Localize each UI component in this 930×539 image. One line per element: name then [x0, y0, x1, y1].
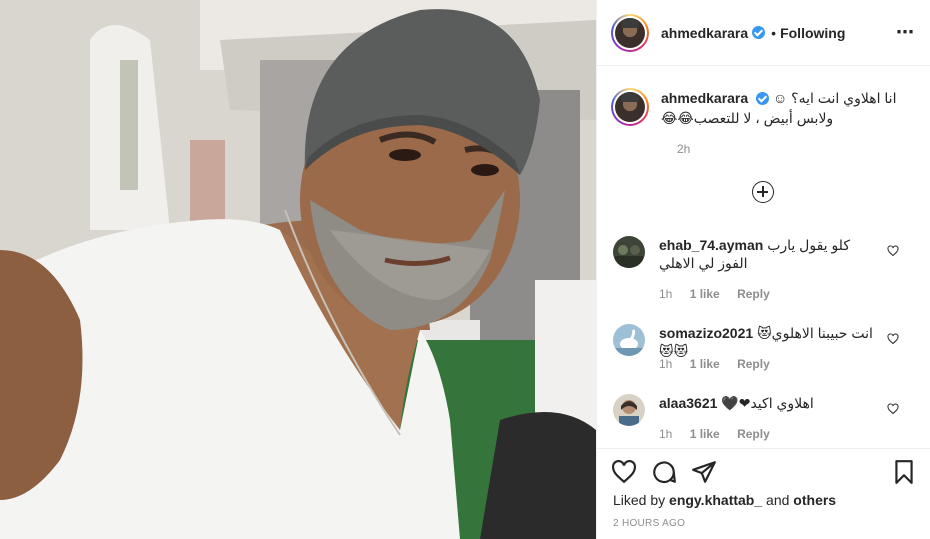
- reply-button[interactable]: Reply: [737, 427, 770, 441]
- liked-by-summary: Liked by engy.khattab_ and others: [613, 492, 836, 508]
- post-side-panel: ahmedkarara • Following ⋯ ahmedkarara ان…: [596, 0, 930, 539]
- liked-by-user[interactable]: engy.khattab_: [669, 492, 762, 508]
- save-bookmark-icon[interactable]: [891, 459, 917, 485]
- like-comment-heart-icon[interactable]: [887, 245, 899, 257]
- author-avatar[interactable]: [611, 13, 649, 52]
- commenter-avatar[interactable]: [613, 394, 645, 426]
- post-actions-bar: Liked by engy.khattab_ and others 2 HOUR…: [597, 448, 930, 539]
- caption-avatar[interactable]: [611, 88, 649, 126]
- separator-dot: •: [771, 24, 777, 41]
- post-header: ahmedkarara • Following ⋯: [597, 0, 930, 66]
- more-options-icon[interactable]: ⋯: [896, 22, 915, 43]
- comment-time[interactable]: 1h: [659, 357, 672, 371]
- commenter-avatar[interactable]: [613, 324, 645, 356]
- commenter-avatar[interactable]: [613, 236, 645, 268]
- comment-time[interactable]: 1h: [659, 287, 672, 301]
- liked-by-prefix: Liked by: [613, 492, 666, 508]
- commenter-username[interactable]: ehab_74.ayman: [659, 237, 763, 253]
- caption-username[interactable]: ahmedkarara: [661, 90, 748, 106]
- comment-time[interactable]: 1h: [659, 427, 672, 441]
- reply-button[interactable]: Reply: [737, 287, 770, 301]
- author-username[interactable]: ahmedkarara: [661, 25, 748, 41]
- share-send-icon[interactable]: [691, 459, 717, 485]
- post-timestamp[interactable]: 2 HOURS AGO: [613, 518, 685, 529]
- comment-likes[interactable]: 1 like: [690, 427, 720, 441]
- like-heart-icon[interactable]: [611, 459, 637, 485]
- following-button[interactable]: Following: [780, 25, 845, 41]
- caption: ahmedkarara انا اهلاوي انت ايه؟ ☺ ولابس …: [611, 88, 917, 156]
- like-comment-heart-icon[interactable]: [887, 333, 899, 345]
- avatar-image: [615, 92, 645, 122]
- commenter-username[interactable]: somazizo2021: [659, 325, 753, 341]
- selfie-image: [0, 0, 596, 539]
- comment-meta: 1h 1 like Reply: [659, 287, 784, 301]
- post-photo[interactable]: [0, 0, 596, 539]
- comment-meta: 1h 1 like Reply: [659, 357, 784, 371]
- reply-button[interactable]: Reply: [737, 357, 770, 371]
- avatar-image: [615, 17, 645, 48]
- instagram-post: ahmedkarara • Following ⋯ ahmedkarara ان…: [0, 0, 930, 539]
- verified-badge-icon: [752, 26, 766, 39]
- comment-bubble-icon[interactable]: [651, 459, 677, 485]
- verified-badge-icon: [756, 92, 770, 105]
- comment-meta: 1h 1 like Reply: [659, 427, 784, 441]
- comment-text: اهلاوي اكيد❤🖤: [721, 395, 814, 411]
- caption-text-line2: ولابس أبيض ، لا للتعصب😂😂: [661, 110, 834, 126]
- commenter-username[interactable]: alaa3621: [659, 395, 717, 411]
- caption-timestamp[interactable]: 2h: [677, 142, 690, 156]
- load-more-comments-icon[interactable]: [752, 181, 774, 203]
- like-comment-heart-icon[interactable]: [887, 403, 899, 415]
- comment-likes[interactable]: 1 like: [690, 287, 720, 301]
- liked-by-connector: and: [766, 492, 790, 508]
- comment-likes[interactable]: 1 like: [690, 357, 720, 371]
- liked-by-others[interactable]: others: [793, 492, 836, 508]
- caption-text-line1: انا اهلاوي انت ايه؟ ☺: [772, 90, 897, 106]
